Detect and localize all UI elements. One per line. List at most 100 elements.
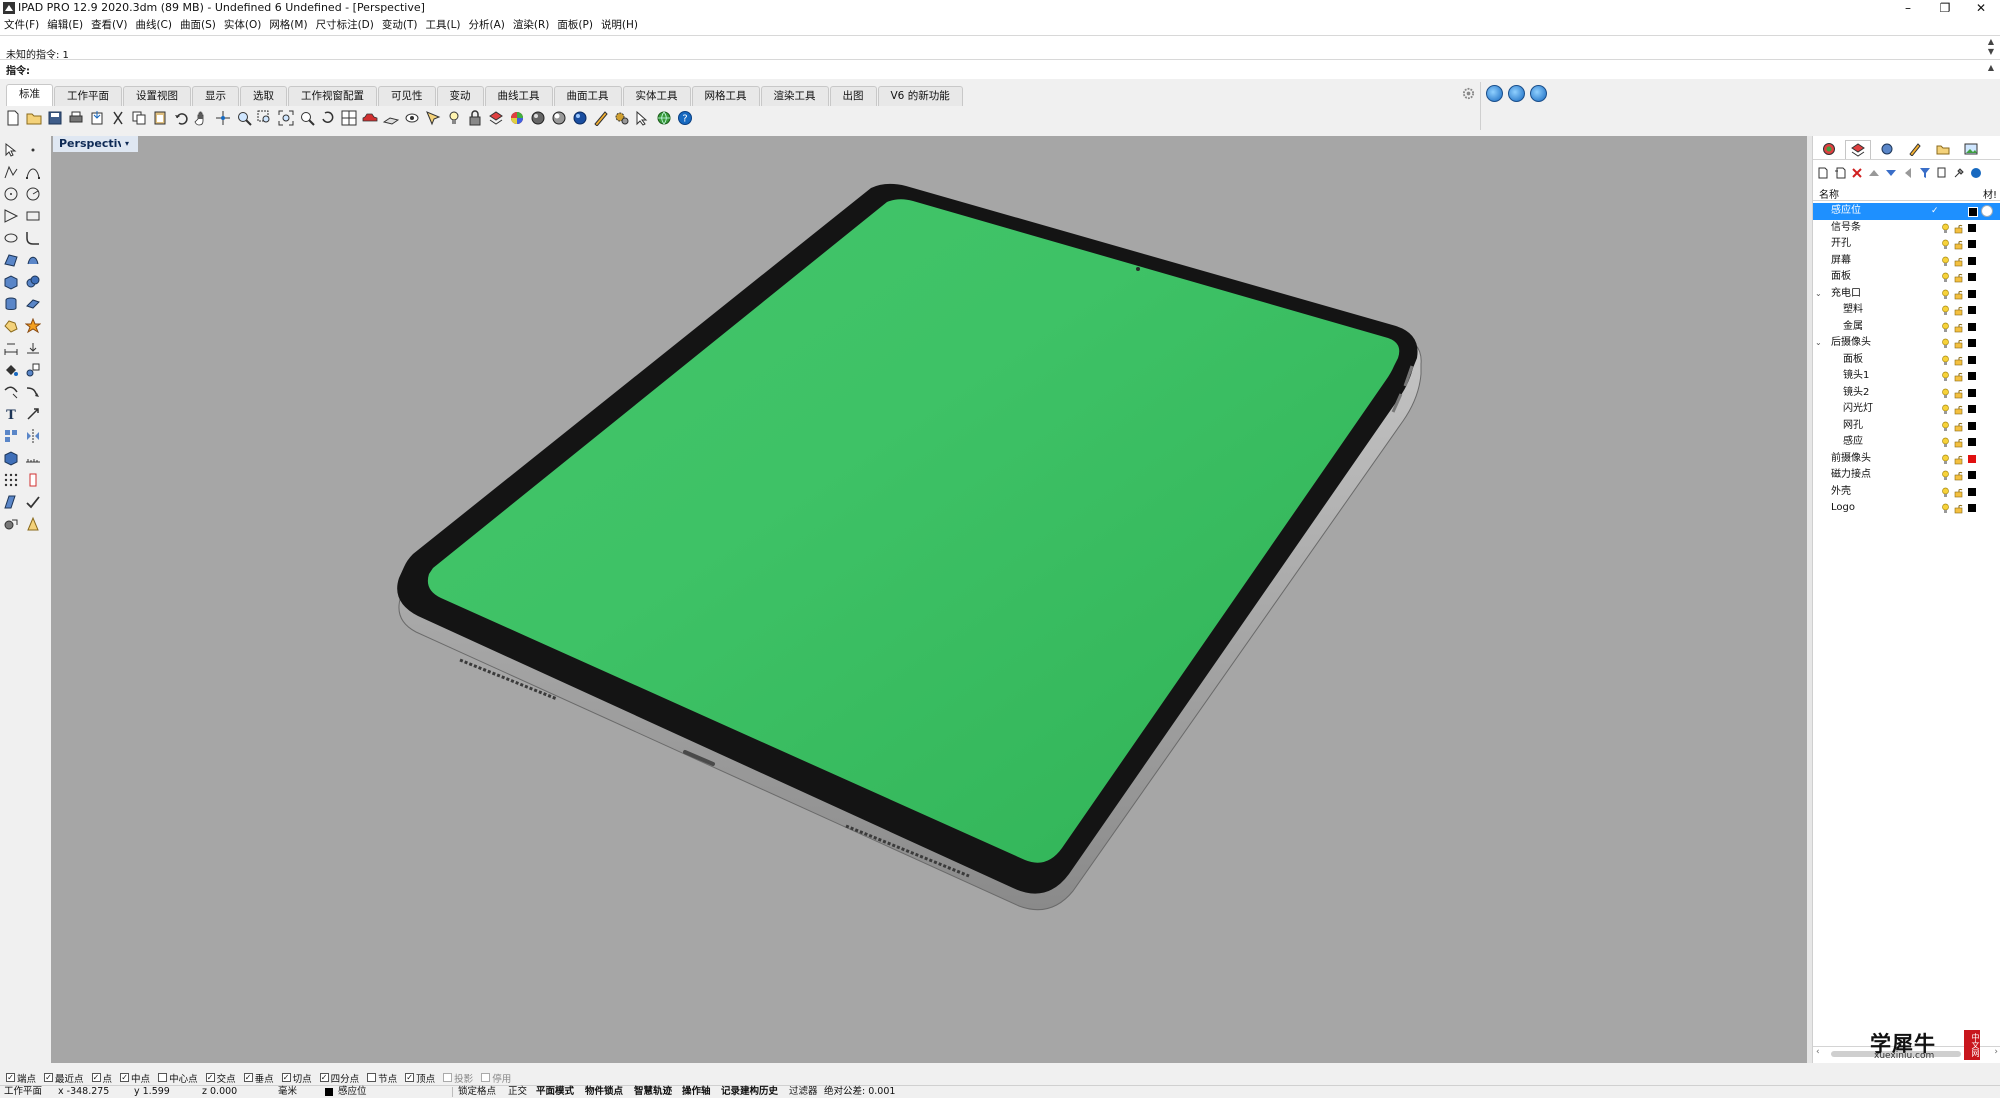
osnap-checkbox[interactable]: ✓: [281, 1073, 291, 1082]
layer-row[interactable]: 镜头1: [1813, 368, 2000, 385]
layer-color-swatch[interactable]: [1968, 289, 1976, 298]
drafting-icon[interactable]: [25, 516, 43, 534]
light-bulb-icon[interactable]: [1941, 421, 1950, 432]
show-hide-icon[interactable]: [403, 109, 421, 127]
zoom-icon[interactable]: [235, 109, 253, 127]
perspective-viewport[interactable]: Perspective ▾: [51, 136, 1807, 1063]
minimize-button[interactable]: –: [1893, 0, 1923, 16]
export-icon[interactable]: [88, 109, 106, 127]
undo-view-icon[interactable]: [319, 109, 337, 127]
menu-render[interactable]: 渲染(R): [509, 17, 554, 32]
unlocked-icon[interactable]: [1954, 239, 1963, 250]
unlocked-icon[interactable]: [1954, 322, 1963, 333]
tab-standard[interactable]: 标准: [6, 84, 53, 106]
light-bulb-icon[interactable]: [1941, 272, 1950, 283]
move-icon[interactable]: [25, 406, 43, 424]
light-bulb-icon[interactable]: [1941, 437, 1950, 448]
move-down-icon[interactable]: [1885, 167, 1897, 179]
unlocked-icon[interactable]: [1954, 338, 1963, 349]
status-gumball[interactable]: 操作轴: [682, 1086, 711, 1098]
new-sublayer-icon[interactable]: [1834, 167, 1846, 179]
close-button[interactable]: ✕: [1966, 0, 1996, 16]
layer-color-swatch[interactable]: [1968, 372, 1976, 380]
status-grid-snap[interactable]: 锁定格点: [458, 1086, 496, 1098]
select-filter-icon[interactable]: [424, 109, 442, 127]
expand-toggle[interactable]: ⌄: [1815, 286, 1822, 303]
menu-tools[interactable]: 工具(L): [421, 17, 464, 32]
osnap-checkbox[interactable]: ✓: [243, 1073, 253, 1082]
layer-row[interactable]: 开孔: [1813, 236, 2000, 253]
history-scroll-down[interactable]: ▼: [1988, 47, 1994, 56]
layer-color-swatch[interactable]: [1968, 504, 1976, 512]
unlocked-icon[interactable]: [1954, 388, 1963, 399]
layer-color-swatch[interactable]: [1968, 438, 1976, 446]
layer-row[interactable]: 感应位 ✓: [1813, 203, 2000, 220]
osnap-item[interactable]: 中心点: [158, 1071, 198, 1085]
rotate-view-icon[interactable]: [214, 109, 232, 127]
tab-curve-tools[interactable]: 曲线工具: [484, 86, 553, 106]
layer-row[interactable]: ⌄ 后摄像头: [1813, 335, 2000, 352]
unlocked-icon[interactable]: [1954, 256, 1963, 267]
light-bulb-icon[interactable]: [1941, 454, 1950, 465]
menu-mesh[interactable]: 网格(M): [265, 17, 311, 32]
paint-bucket-icon[interactable]: [3, 362, 21, 380]
osnap-item[interactable]: ✓ 顶点: [405, 1071, 435, 1085]
options-gears-icon[interactable]: [613, 109, 631, 127]
tab-transform[interactable]: 变动: [436, 86, 484, 106]
light-bulb-icon[interactable]: [1941, 388, 1950, 399]
split-icon[interactable]: [25, 384, 43, 402]
render-options-icon[interactable]: [1530, 85, 1547, 102]
osnap-checkbox[interactable]: [481, 1073, 491, 1082]
gear-icon[interactable]: [1462, 87, 1475, 100]
unlocked-icon[interactable]: [1954, 404, 1963, 415]
filter-icon[interactable]: [1919, 167, 1931, 179]
shaded-sphere-icon[interactable]: [529, 109, 547, 127]
tab-viewport-layout[interactable]: 工作视窗配置: [288, 86, 377, 106]
layer-color-swatch[interactable]: [1968, 223, 1976, 232]
tab-mesh-tools[interactable]: 网格工具: [691, 86, 760, 106]
menu-solid[interactable]: 实体(O): [220, 17, 265, 32]
unlocked-icon[interactable]: [1954, 305, 1963, 316]
osnap-item[interactable]: ✓ 最近点: [44, 1071, 84, 1085]
layer-row[interactable]: 塑料: [1813, 302, 2000, 319]
unlocked-icon[interactable]: [1954, 470, 1963, 481]
unlocked-icon[interactable]: [1954, 371, 1963, 382]
light-bulb-icon[interactable]: [1941, 289, 1950, 300]
explode-icon[interactable]: [24, 317, 43, 336]
cursor-info-icon[interactable]: [634, 109, 652, 127]
history-scroll-up[interactable]: ▲: [1988, 37, 1994, 46]
status-ortho[interactable]: 正交: [508, 1086, 527, 1098]
render-settings-icon[interactable]: [1508, 85, 1525, 102]
light-bulb-icon[interactable]: [1941, 305, 1950, 316]
unlocked-icon[interactable]: [1954, 487, 1963, 498]
unlocked-icon[interactable]: [1954, 421, 1963, 432]
solid-tools-icon[interactable]: [3, 450, 21, 468]
car-icon[interactable]: [361, 109, 379, 127]
print-icon[interactable]: [67, 109, 85, 127]
cplane-icon[interactable]: [382, 109, 400, 127]
help-icon[interactable]: [1970, 167, 1982, 179]
polygon-icon[interactable]: [3, 208, 21, 226]
mirror-icon[interactable]: [25, 428, 43, 446]
boolean-union-icon[interactable]: [25, 274, 43, 292]
light-bulb-icon[interactable]: [1941, 487, 1950, 498]
copy-icon[interactable]: [130, 109, 148, 127]
status-filter[interactable]: 过滤器: [789, 1086, 818, 1098]
tools-icon[interactable]: [1953, 167, 1965, 179]
dimension-icon[interactable]: [3, 340, 21, 358]
tab-solid-tools[interactable]: 实体工具: [622, 86, 691, 106]
layer-row[interactable]: 信号条: [1813, 220, 2000, 237]
expand-toggle[interactable]: ⌄: [1815, 335, 1822, 352]
globe-icon[interactable]: [655, 109, 673, 127]
save-icon[interactable]: [46, 109, 64, 127]
tab-render-tools[interactable]: 渲染工具: [760, 86, 829, 106]
move-up-icon[interactable]: [1868, 167, 1880, 179]
ellipse-icon[interactable]: [3, 230, 21, 248]
layer-color-swatch[interactable]: [1968, 454, 1976, 463]
light-bulb-icon[interactable]: [1941, 239, 1950, 250]
layer-row[interactable]: 镜头2: [1813, 385, 2000, 402]
tab-select[interactable]: 选取: [240, 86, 287, 106]
light-bulb-icon[interactable]: [1941, 503, 1950, 514]
layer-row[interactable]: 屏幕: [1813, 253, 2000, 270]
osnap-checkbox[interactable]: ✓: [319, 1073, 329, 1082]
